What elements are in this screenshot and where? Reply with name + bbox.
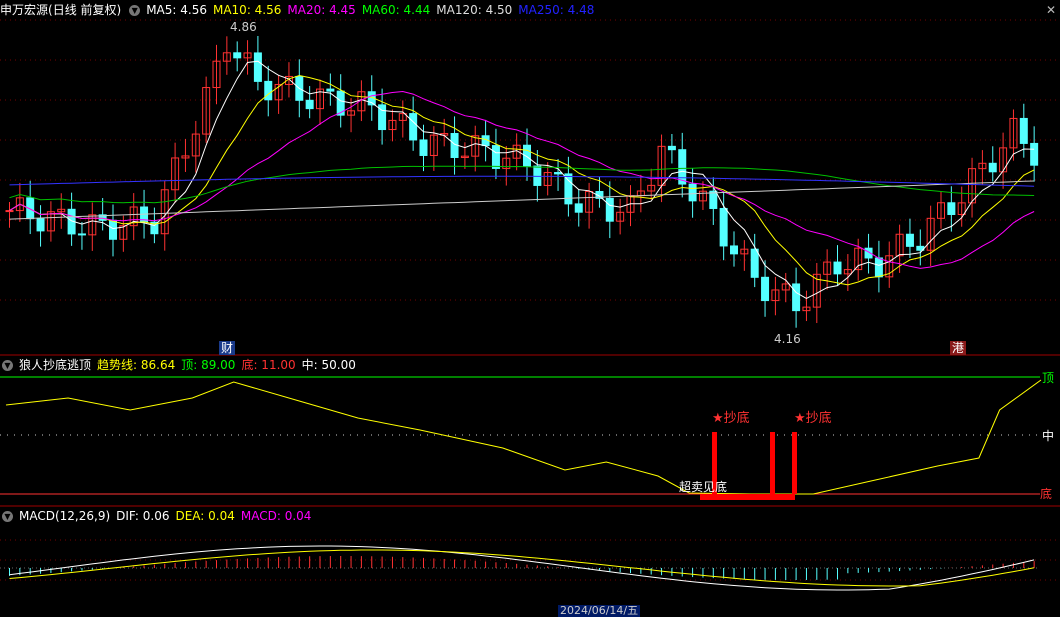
candle-body xyxy=(5,210,14,213)
candle-body xyxy=(667,145,676,151)
event-mark-hk[interactable]: 港 xyxy=(950,341,967,355)
candle-body xyxy=(750,248,759,278)
buy-signal-bar xyxy=(792,432,797,494)
candle-body xyxy=(305,99,314,110)
ma5-label: MA5: 4.56 xyxy=(146,3,207,17)
candle-body xyxy=(554,172,563,175)
ma120-label: MA120: 4.50 xyxy=(436,3,513,17)
candle-body xyxy=(233,52,242,59)
candle-body xyxy=(264,80,273,101)
ma20-label: MA20: 4.45 xyxy=(287,3,356,17)
candle-body xyxy=(833,261,842,275)
ma60-line xyxy=(9,165,1035,204)
candle-body xyxy=(688,183,697,202)
indicator-header: ▼ 狼人抄底逃顶 趋势线: 86.64 顶: 89.00 底: 11.00 中: 50.0… xyxy=(0,356,362,374)
macd-dropdown-icon[interactable]: ▼ xyxy=(2,511,13,522)
candle-body xyxy=(36,218,45,232)
stock-name[interactable]: 申万宏源 xyxy=(0,3,48,17)
trend-label: 趋势线: 86.64 xyxy=(97,358,176,372)
buy-signal-2: ★抄底 xyxy=(794,411,832,426)
candle-body xyxy=(77,233,86,236)
bottom-label: 底: 11.00 xyxy=(241,358,296,372)
candle-body xyxy=(988,162,997,173)
candle-body xyxy=(874,257,883,278)
macd-value-label: MACD: 0.04 xyxy=(240,509,312,523)
right-bottom-label: 底 xyxy=(1040,487,1053,501)
buy-signal-1: ★抄底 xyxy=(712,411,750,426)
high-price-label: 4.86 xyxy=(230,20,257,34)
right-top-label: 顶 xyxy=(1042,371,1055,385)
candle-body xyxy=(761,276,770,302)
right-mid-label: 中 xyxy=(1042,429,1055,443)
mid-label: 中: 50.00 xyxy=(301,358,356,372)
candle-body xyxy=(719,207,728,247)
dif-label: DIF: 0.06 xyxy=(116,509,170,523)
buy-signal-bar xyxy=(770,432,775,494)
candle-body xyxy=(491,145,500,169)
candle-body xyxy=(605,197,614,222)
candle-body xyxy=(709,190,718,209)
oversold-text: 超卖见底 xyxy=(679,480,728,494)
candle-body xyxy=(1019,117,1028,144)
candle-body xyxy=(533,165,542,186)
candle-body xyxy=(326,88,335,92)
ma60-label: MA60: 4.44 xyxy=(361,3,431,17)
settings-icon[interactable]: ✕ xyxy=(1046,3,1056,17)
low-price-label: 4.16 xyxy=(774,332,801,346)
macd-header: ▼ MACD(12,26,9) DIF: 0.06 DEA: 0.04 MACD: 0.… xyxy=(0,507,317,525)
indicator-dropdown-icon[interactable]: ▼ xyxy=(2,360,13,371)
ma120-line xyxy=(9,180,1035,220)
candle-body xyxy=(678,149,687,185)
candle-body xyxy=(947,202,956,215)
macd-name[interactable]: MACD(12,26,9) xyxy=(19,509,110,523)
date-label: 2024/06/14/五 xyxy=(558,604,641,617)
candle-body xyxy=(574,203,583,213)
candle-body xyxy=(905,233,914,247)
candle-body xyxy=(792,283,801,312)
trend-line xyxy=(5,379,1042,495)
candle-body xyxy=(109,219,117,240)
indicator-name[interactable]: 狼人抄底逃顶 xyxy=(19,358,91,372)
period-label[interactable]: (日线 前复权) xyxy=(48,3,121,17)
candle-body xyxy=(730,245,738,255)
dea-label: DEA: 0.04 xyxy=(175,509,235,523)
candle-body xyxy=(1030,142,1039,166)
top-label: 顶: 89.00 xyxy=(181,358,236,372)
price-header: 申万宏源(日线 前复权) ▼ MA5: 4.56 MA10: 4.56 MA20: 4.… xyxy=(0,1,600,19)
candle-body xyxy=(564,173,573,205)
candle-body xyxy=(419,139,428,156)
dropdown-icon[interactable]: ▼ xyxy=(129,5,141,16)
candle-body xyxy=(409,113,418,141)
event-mark-finance[interactable]: 财 xyxy=(219,341,236,355)
oversold-bar xyxy=(700,494,795,500)
ma250-label: MA250: 4.48 xyxy=(518,3,595,17)
candle-body xyxy=(253,52,262,82)
ma10-label: MA10: 4.56 xyxy=(212,3,282,17)
